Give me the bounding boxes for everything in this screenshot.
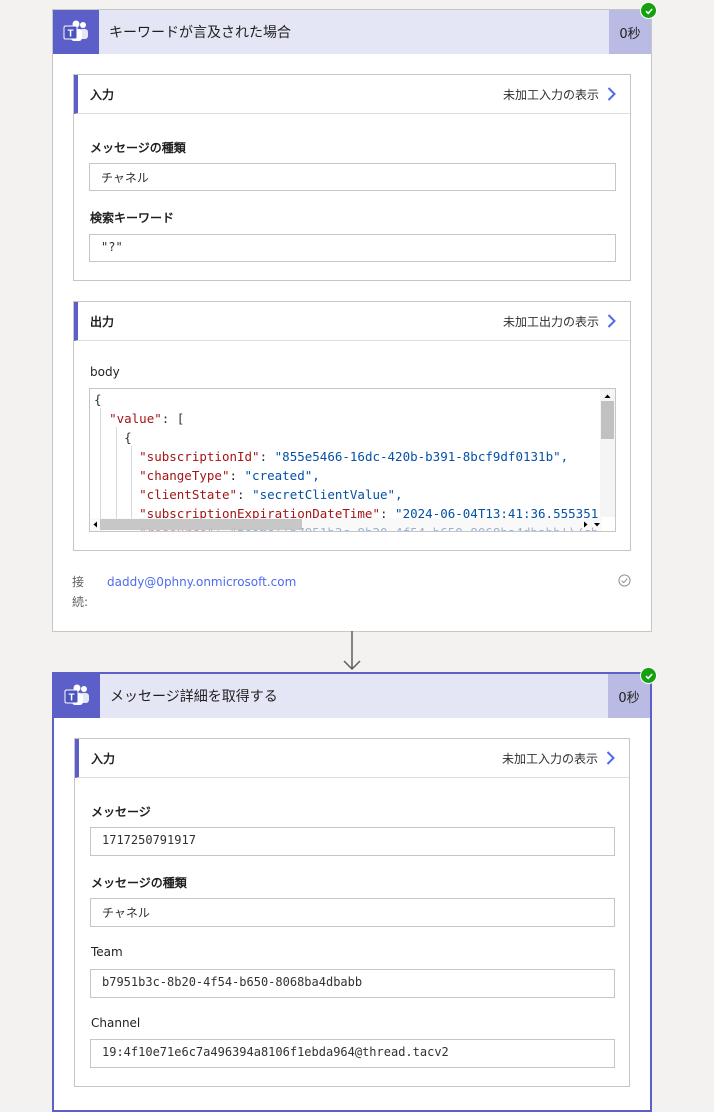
trigger-output-section: 出力 未加工出力の表示 body { "value": [ { "subscri… xyxy=(73,301,631,551)
trigger-title: キーワードが言及された場合 xyxy=(109,25,291,41)
action-input-title: 入力 xyxy=(91,751,116,766)
field-label: メッセージ xyxy=(91,805,151,819)
action-header[interactable]: T メッセージ詳細を取得する 0秒 xyxy=(54,674,650,718)
svg-text:T: T xyxy=(68,693,74,704)
connection-email[interactable]: daddy@0phny.onmicrosoft.com xyxy=(107,575,296,589)
body-json-viewer[interactable]: { "value": [ { "subscriptionId": "855e54… xyxy=(89,388,616,532)
vertical-scrollbar[interactable] xyxy=(600,389,615,517)
scroll-left-icon[interactable] xyxy=(90,518,100,531)
field-value: b7951b3c-8b20-4f54-b650-8068ba4dbabb xyxy=(90,969,615,998)
check-icon xyxy=(644,7,653,14)
teams-icon: T xyxy=(64,684,89,705)
code-line: "value": [ xyxy=(109,411,185,426)
action-title: メッセージ詳細を取得する xyxy=(110,689,278,705)
show-raw-output-link[interactable]: 未加工出力の表示 xyxy=(503,313,616,330)
field-label: Team xyxy=(91,945,123,959)
show-raw-input-link[interactable]: 未加工入力の表示 xyxy=(503,86,616,103)
trigger-header[interactable]: T キーワードが言及された場合 0秒 xyxy=(53,10,651,54)
trigger-card[interactable]: T キーワードが言及された場合 0秒 入力 未加工入力の表示 メッセージの種類 … xyxy=(52,9,652,632)
chevron-right-icon xyxy=(606,751,615,765)
code-line: { xyxy=(94,392,102,407)
trigger-input-section: 入力 未加工入力の表示 メッセージの種類 チャネル 検索キーワード "?" xyxy=(73,74,631,281)
teams-icon-box: T xyxy=(54,674,100,718)
check-circle-icon xyxy=(618,574,631,587)
arrow-down-icon xyxy=(343,631,361,671)
trigger-output-title: 出力 xyxy=(90,314,115,329)
trigger-input-header[interactable]: 入力 未加工入力の表示 xyxy=(74,75,630,114)
show-raw-input-label: 未加工入力の表示 xyxy=(502,87,599,102)
code-line: "changeType": "created", xyxy=(139,468,320,483)
check-icon xyxy=(644,672,653,679)
trigger-output-header[interactable]: 出力 未加工出力の表示 xyxy=(74,302,630,341)
teams-icon-box: T xyxy=(53,10,99,54)
field-label: メッセージの種類 xyxy=(90,141,186,155)
horizontal-scroll-thumb[interactable] xyxy=(100,519,302,530)
field-label: Channel xyxy=(91,1016,141,1030)
chevron-right-icon xyxy=(607,87,616,101)
action-input-section: 入力 未加工入力の表示 メッセージ 1717250791917 メッセージの種類… xyxy=(74,738,630,1087)
field-value: 1717250791917 xyxy=(90,827,615,856)
code-line: { xyxy=(124,430,132,445)
scroll-right-icon[interactable] xyxy=(581,518,591,531)
trigger-success-badge xyxy=(640,2,657,19)
field-value: チャネル xyxy=(90,898,615,927)
action-card[interactable]: T メッセージ詳細を取得する 0秒 入力 未加工入力の表示 メッセージ 1717… xyxy=(52,672,652,1112)
code-line: "subscriptionId": "855e5466-16dc-420b-b3… xyxy=(139,449,569,464)
horizontal-scrollbar[interactable] xyxy=(90,518,602,531)
action-success-badge xyxy=(640,667,657,684)
field-label: メッセージの種類 xyxy=(91,876,187,890)
show-raw-input-label: 未加工入力の表示 xyxy=(501,751,598,766)
field-value: チャネル xyxy=(89,163,616,191)
code-line: "clientState": "secretClientValue", xyxy=(139,487,403,502)
show-raw-output-label: 未加工出力の表示 xyxy=(502,314,599,329)
svg-text:T: T xyxy=(67,29,73,40)
teams-icon: T xyxy=(63,20,88,41)
field-value: "?" xyxy=(89,234,616,262)
connection-label: 接続: xyxy=(72,575,89,609)
chevron-right-icon xyxy=(607,314,616,328)
field-value: 19:4f10e71e6c7a496394a8106f1ebda964@thre… xyxy=(90,1039,615,1068)
vertical-scroll-thumb[interactable] xyxy=(601,401,614,439)
field-label: 検索キーワード xyxy=(90,211,175,225)
action-input-header[interactable]: 入力 未加工入力の表示 xyxy=(75,739,629,778)
show-raw-input-link[interactable]: 未加工入力の表示 xyxy=(502,750,615,767)
body-label: body xyxy=(90,365,120,379)
trigger-input-title: 入力 xyxy=(90,87,115,102)
scroll-down-icon[interactable] xyxy=(592,518,602,531)
